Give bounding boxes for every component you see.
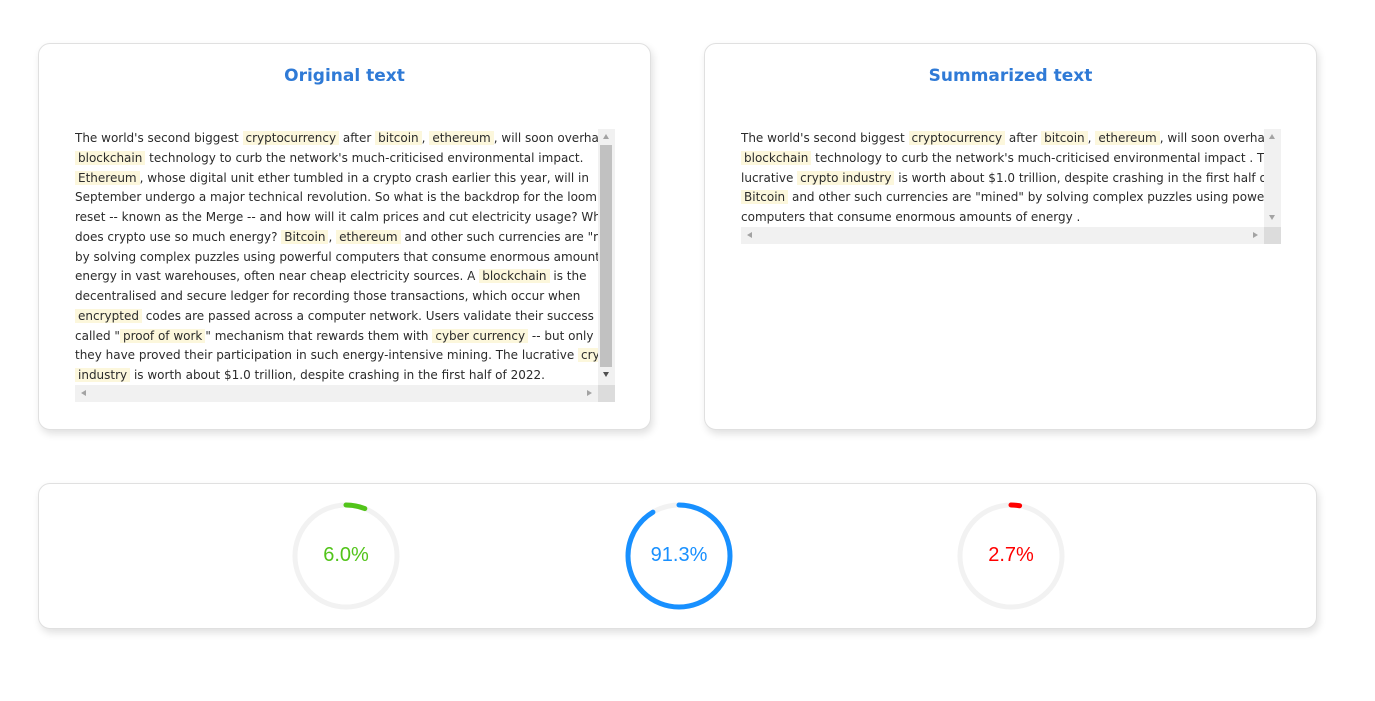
gauge-green-value: 6.0% (323, 544, 369, 566)
text-segment: by solving complex puzzles using powerfu… (75, 249, 615, 264)
scroll-left-arrow-icon[interactable] (81, 390, 86, 396)
scroll-right-arrow-icon[interactable] (1253, 232, 1258, 238)
gauge-red-value: 2.7% (988, 544, 1034, 566)
text-segment: they have proved their participation in … (75, 348, 579, 363)
original-vertical-scrollbar[interactable] (598, 129, 615, 385)
keyword-highlight: cryptocurrency (908, 131, 1006, 145)
scrollbar-corner (598, 385, 615, 402)
original-text-title: Original text (284, 66, 405, 86)
text-segment: is worth about $1.0 trillion, despite cr… (130, 368, 545, 382)
original-text-area[interactable]: The world's second biggest cryptocurrenc… (75, 129, 615, 402)
keyword-highlight: cyber currency (432, 328, 529, 343)
scroll-down-arrow-icon[interactable] (1269, 215, 1275, 220)
text-segment: and other such currencies are "mined" by… (788, 190, 1281, 205)
text-line: they have proved their participation in … (75, 346, 615, 366)
text-line: does crypto use so much energy? Bitcoin,… (75, 228, 615, 248)
summarized-text-content: The world's second biggest cryptocurrenc… (741, 129, 1281, 228)
text-segment: technology to curb the network's much-cr… (811, 150, 1280, 165)
gauge-blue: 91.3% (624, 501, 734, 611)
scroll-left-arrow-icon[interactable] (747, 232, 752, 238)
keyword-highlight: bitcoin (1041, 131, 1088, 145)
text-line: energy in vast warehouses, often near ch… (75, 267, 615, 287)
original-horizontal-scrollbar[interactable] (75, 385, 598, 402)
original-text-card: Original text The world's second biggest… (38, 43, 651, 430)
text-segment: technology to curb the network's much-cr… (145, 150, 584, 165)
keyword-highlight: ethereum (429, 131, 494, 145)
keyword-highlight: crypto industry (797, 170, 895, 185)
text-segment: energy in vast warehouses, often near ch… (75, 269, 480, 284)
text-line: lucrative crypto industry is worth about… (741, 169, 1281, 189)
text-line: The world's second biggest cryptocurrenc… (75, 129, 615, 149)
text-segment: lucrative (741, 170, 798, 185)
text-segment: The world's second biggest (741, 131, 909, 145)
scroll-up-arrow-icon[interactable] (1269, 134, 1275, 139)
summarized-text-area[interactable]: The world's second biggest cryptocurrenc… (741, 129, 1281, 244)
keyword-highlight: Bitcoin (741, 190, 789, 205)
scroll-down-arrow-icon[interactable] (603, 372, 609, 377)
text-line: reset -- known as the Merge -- and how w… (75, 208, 615, 228)
text-segment: , will soon overhaul its (1159, 131, 1281, 145)
text-line: Bitcoin and other such currencies are "m… (741, 188, 1281, 208)
text-line: computers that consume enormous amounts … (741, 208, 1281, 228)
text-line: by solving complex puzzles using powerfu… (75, 248, 615, 268)
keyword-highlight: blockchain (75, 150, 146, 165)
keyword-highlight: ethereum (336, 229, 401, 244)
keyword-highlight: industry (75, 368, 131, 382)
keyword-highlight: bitcoin (375, 131, 422, 145)
keyword-highlight: Bitcoin (281, 229, 329, 244)
text-line: blockchain technology to curb the networ… (75, 149, 615, 169)
text-segment: September undergo a major technical revo… (75, 190, 615, 205)
stats-card: 6.0% 91.3% 2.7% (38, 483, 1317, 629)
text-line: Ethereum, whose digital unit ether tumbl… (75, 169, 615, 189)
text-line: encrypted codes are passed across a comp… (75, 307, 615, 327)
keyword-highlight: blockchain (741, 150, 812, 165)
gauge-red: 2.7% (956, 501, 1066, 611)
scroll-up-arrow-icon[interactable] (603, 134, 609, 139)
scroll-thumb[interactable] (600, 145, 612, 367)
text-line: decentralised and secure ledger for reco… (75, 287, 615, 307)
text-segment: , (328, 229, 337, 244)
text-segment: and other such currencies are "mined" (400, 229, 615, 244)
text-line: The world's second biggest cryptocurrenc… (741, 129, 1281, 149)
text-segment: codes are passed across a computer netwo… (141, 308, 615, 323)
text-segment: is the (549, 269, 587, 284)
scroll-right-arrow-icon[interactable] (587, 390, 592, 396)
gauge-green: 6.0% (291, 501, 401, 611)
keyword-highlight: blockchain (479, 269, 550, 284)
text-segment: , whose digital unit ether tumbled in a … (139, 170, 589, 185)
text-segment: called " (75, 328, 120, 343)
text-segment: The world's second biggest (75, 131, 243, 145)
keyword-highlight: encrypted (75, 308, 142, 323)
scrollbar-corner (1264, 227, 1281, 244)
text-line: industry is worth about $1.0 trillion, d… (75, 366, 615, 386)
text-segment: computers that consume enormous amounts … (741, 210, 1081, 224)
original-text-content: The world's second biggest cryptocurrenc… (75, 129, 615, 386)
text-segment: , will soon overhaul its (493, 131, 615, 145)
text-segment: reset -- known as the Merge -- and how w… (75, 210, 608, 224)
text-line: called " proof of work " mechanism that re… (75, 327, 615, 347)
text-line: blockchain technology to curb the networ… (741, 149, 1281, 169)
gauge-blue-value: 91.3% (650, 544, 708, 566)
text-segment: after (1005, 131, 1042, 145)
summarized-text-card: Summarized text The world's second bigge… (704, 43, 1317, 430)
summarized-horizontal-scrollbar[interactable] (741, 227, 1264, 244)
text-segment: " mechanism that rewards them with (205, 328, 433, 343)
keyword-highlight: ethereum (1095, 131, 1160, 145)
keyword-highlight: cryptocurrency (242, 131, 340, 145)
text-segment: does crypto use so much energy? (75, 229, 282, 244)
summarized-vertical-scrollbar[interactable] (1264, 129, 1281, 227)
text-segment: is worth about $1.0 trillion, despite cr… (894, 170, 1281, 185)
text-line: September undergo a major technical revo… (75, 188, 615, 208)
keyword-highlight: proof of work (119, 328, 206, 343)
text-segment: after (339, 131, 376, 145)
summarized-text-title: Summarized text (928, 66, 1093, 86)
text-segment: decentralised and secure ledger for reco… (75, 289, 581, 303)
keyword-highlight: Ethereum (75, 170, 140, 185)
